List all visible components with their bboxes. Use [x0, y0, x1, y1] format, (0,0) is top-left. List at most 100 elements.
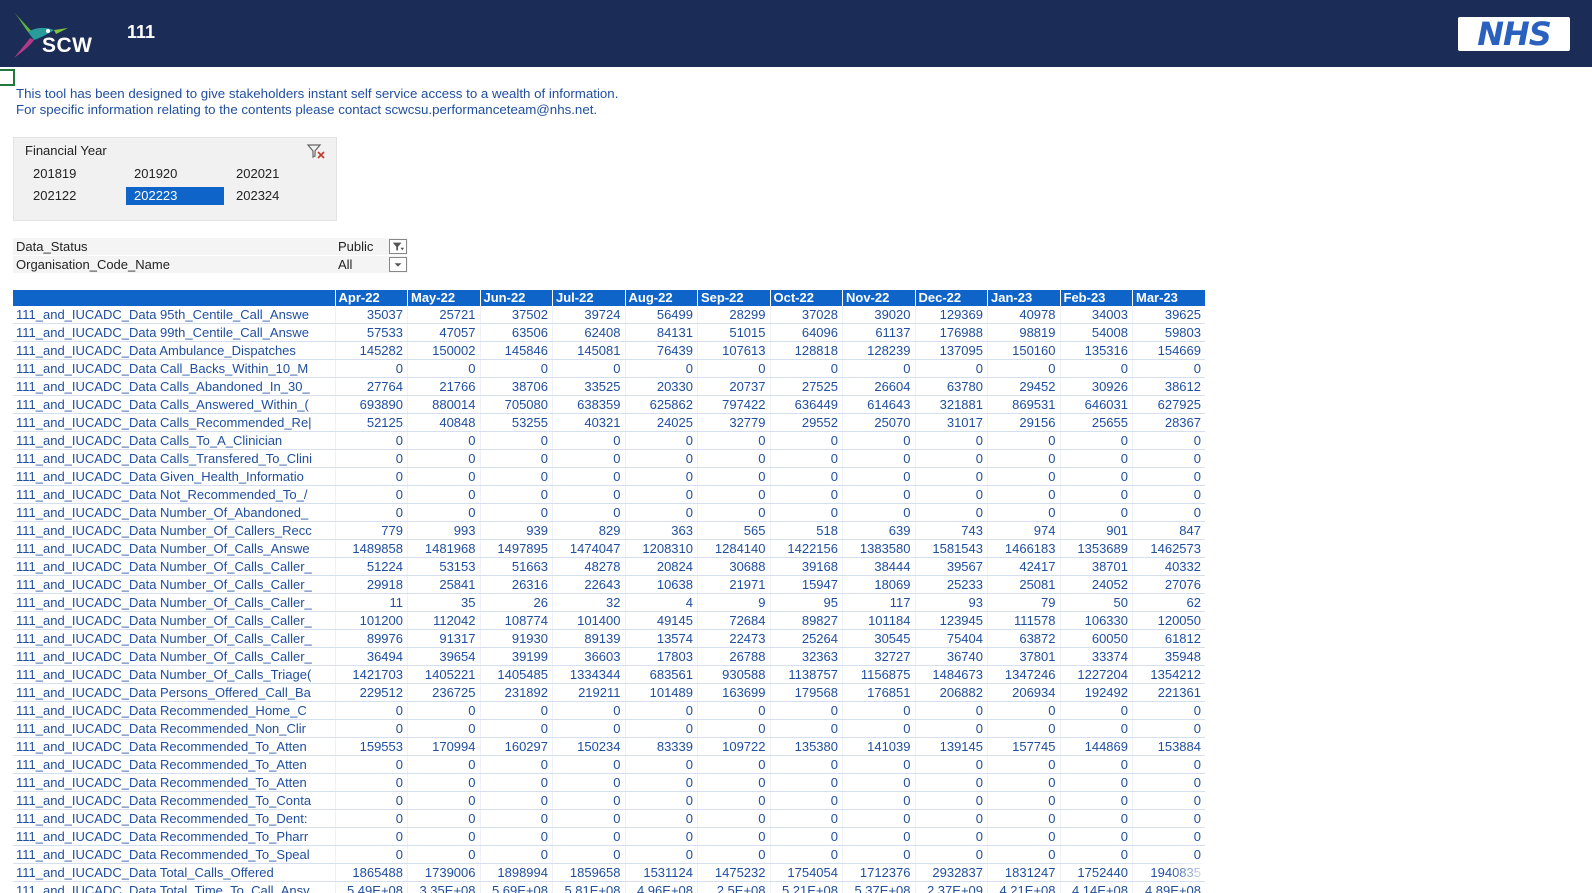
value-cell[interactable]: 0 — [552, 791, 625, 810]
value-cell[interactable]: 0 — [697, 773, 770, 792]
value-cell[interactable]: 0 — [624, 467, 698, 486]
value-cell[interactable]: 47057 — [407, 323, 480, 342]
value-cell[interactable]: 0 — [1059, 773, 1133, 792]
row-label[interactable]: 111_and_IUCADC_Data Recommended_To_Speal — [13, 845, 335, 864]
value-cell[interactable]: 0 — [407, 755, 480, 774]
value-cell[interactable]: 0 — [334, 827, 408, 846]
value-cell[interactable]: 0 — [769, 701, 843, 720]
value-cell[interactable]: 101400 — [552, 611, 625, 630]
value-cell[interactable]: 0 — [407, 845, 480, 864]
row-label[interactable]: 111_and_IUCADC_Data Number_Of_Callers_Re… — [13, 521, 335, 540]
value-cell[interactable]: 1405485 — [479, 665, 553, 684]
value-cell[interactable]: 39020 — [842, 306, 915, 324]
value-cell[interactable]: 40332 — [1132, 557, 1205, 576]
value-cell[interactable]: 42417 — [987, 557, 1060, 576]
value-cell[interactable]: 0 — [914, 503, 988, 522]
value-cell[interactable]: 0 — [697, 431, 770, 450]
value-cell[interactable]: 639 — [842, 521, 915, 540]
value-cell[interactable]: 25841 — [407, 575, 480, 594]
value-cell[interactable]: 0 — [407, 503, 480, 522]
value-cell[interactable]: 63506 — [479, 323, 553, 342]
value-cell[interactable]: 5.81E+08 — [552, 881, 625, 893]
column-header[interactable]: Feb-23 — [1060, 290, 1133, 306]
value-cell[interactable]: 0 — [479, 791, 553, 810]
value-cell[interactable]: 0 — [479, 809, 553, 828]
value-cell[interactable]: 0 — [987, 773, 1060, 792]
value-cell[interactable]: 4.89E+08 — [1132, 881, 1205, 893]
column-header[interactable]: Jul-22 — [552, 290, 626, 306]
value-cell[interactable]: 0 — [407, 431, 480, 450]
value-cell[interactable]: 0 — [407, 467, 480, 486]
slicer-item-202021[interactable]: 202021 — [228, 165, 326, 183]
value-cell[interactable]: 0 — [407, 359, 480, 378]
value-cell[interactable]: 64096 — [769, 323, 843, 342]
value-cell[interactable]: 0 — [769, 791, 843, 810]
value-cell[interactable]: 219211 — [552, 683, 625, 702]
value-cell[interactable]: 101184 — [842, 611, 915, 630]
value-cell[interactable]: 1466183 — [987, 539, 1060, 558]
value-cell[interactable]: 0 — [697, 449, 770, 468]
value-cell[interactable]: 0 — [697, 791, 770, 810]
value-cell[interactable]: 0 — [1132, 431, 1205, 450]
value-cell[interactable]: 614643 — [842, 395, 915, 414]
value-cell[interactable]: 0 — [1059, 845, 1133, 864]
value-cell[interactable]: 0 — [334, 485, 408, 504]
value-cell[interactable]: 0 — [769, 845, 843, 864]
value-cell[interactable]: 192492 — [1059, 683, 1133, 702]
value-cell[interactable]: 28367 — [1132, 413, 1205, 432]
row-label[interactable]: 111_and_IUCADC_Data Calls_Transfered_To_… — [13, 449, 335, 468]
value-cell[interactable]: 0 — [987, 701, 1060, 720]
row-label[interactable]: 111_and_IUCADC_Data 95th_Centile_Call_An… — [13, 306, 335, 324]
value-cell[interactable]: 25233 — [914, 575, 988, 594]
value-cell[interactable]: 0 — [334, 791, 408, 810]
value-cell[interactable]: 150002 — [407, 341, 480, 360]
value-cell[interactable]: 0 — [1132, 503, 1205, 522]
value-cell[interactable]: 29552 — [769, 413, 843, 432]
value-cell[interactable]: 101200 — [334, 611, 408, 630]
value-cell[interactable]: 0 — [624, 485, 698, 504]
value-cell[interactable]: 25721 — [407, 306, 480, 324]
value-cell[interactable]: 0 — [479, 773, 553, 792]
value-cell[interactable]: 0 — [987, 359, 1060, 378]
value-cell[interactable]: 0 — [479, 503, 553, 522]
value-cell[interactable]: 75404 — [914, 629, 988, 648]
value-cell[interactable]: 0 — [769, 431, 843, 450]
value-cell[interactable]: 0 — [914, 755, 988, 774]
value-cell[interactable]: 1754054 — [769, 863, 843, 882]
value-cell[interactable]: 107613 — [697, 341, 770, 360]
value-cell[interactable]: 0 — [552, 431, 625, 450]
value-cell[interactable]: 565 — [697, 521, 770, 540]
value-cell[interactable]: 38444 — [842, 557, 915, 576]
value-cell[interactable]: 1497895 — [479, 539, 553, 558]
value-cell[interactable]: 1712376 — [842, 863, 915, 882]
value-cell[interactable]: 139145 — [914, 737, 988, 756]
value-cell[interactable]: 32727 — [842, 647, 915, 666]
value-cell[interactable]: 0 — [479, 701, 553, 720]
value-cell[interactable]: 0 — [914, 431, 988, 450]
value-cell[interactable]: 0 — [479, 431, 553, 450]
value-cell[interactable]: 4.21E+08 — [987, 881, 1060, 893]
value-cell[interactable]: 0 — [1059, 449, 1133, 468]
value-cell[interactable]: 0 — [552, 503, 625, 522]
row-label[interactable]: 111_and_IUCADC_Data Number_Of_Calls_Call… — [13, 611, 335, 630]
value-cell[interactable]: 0 — [1059, 701, 1133, 720]
value-cell[interactable]: 0 — [1132, 845, 1205, 864]
value-cell[interactable]: 108774 — [479, 611, 553, 630]
value-cell[interactable]: 32779 — [697, 413, 770, 432]
value-cell[interactable]: 0 — [624, 827, 698, 846]
value-cell[interactable]: 1383580 — [842, 539, 915, 558]
value-cell[interactable]: 135316 — [1059, 341, 1133, 360]
value-cell[interactable]: 625862 — [624, 395, 698, 414]
value-cell[interactable]: 0 — [914, 485, 988, 504]
value-cell[interactable]: 40978 — [987, 306, 1060, 324]
value-cell[interactable]: 145081 — [552, 341, 625, 360]
value-cell[interactable]: 363 — [624, 521, 698, 540]
value-cell[interactable]: 0 — [769, 467, 843, 486]
value-cell[interactable]: 21971 — [697, 575, 770, 594]
value-cell[interactable]: 0 — [987, 845, 1060, 864]
value-cell[interactable]: 0 — [987, 467, 1060, 486]
value-cell[interactable]: 37801 — [987, 647, 1060, 666]
value-cell[interactable]: 1353689 — [1059, 539, 1133, 558]
value-cell[interactable]: 24052 — [1059, 575, 1133, 594]
value-cell[interactable]: 1581543 — [914, 539, 988, 558]
